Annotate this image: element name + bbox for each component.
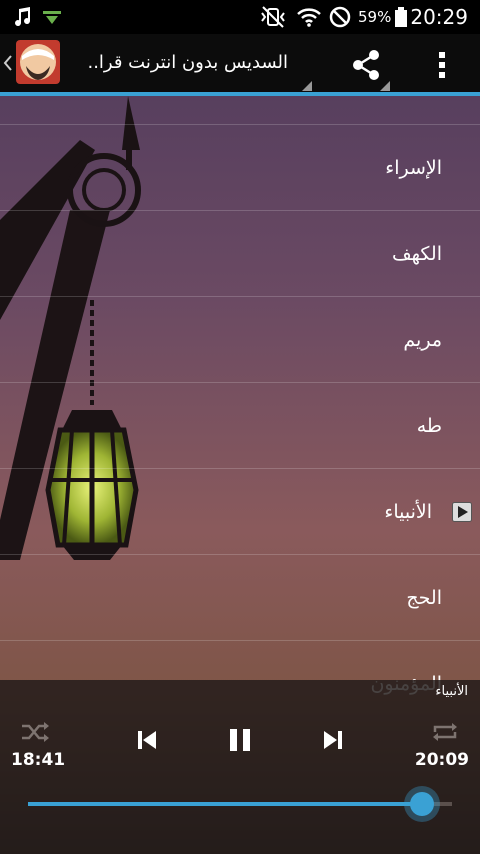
list-item[interactable]: الحج — [0, 554, 480, 641]
back-chevron-icon[interactable] — [2, 50, 14, 76]
previous-track-icon[interactable] — [135, 728, 159, 752]
list-item[interactable]: الكهف — [0, 210, 480, 297]
next-track-icon[interactable] — [321, 728, 345, 752]
download-arrow-icon — [40, 0, 64, 34]
seek-bar-progress — [28, 802, 423, 806]
title-dropdown-corner-icon — [302, 76, 312, 91]
media-player-panel: الأنبياء 18:41 20:09 — [0, 680, 480, 854]
status-time: 20:29 — [410, 5, 468, 29]
share-dropdown-corner-icon — [380, 76, 390, 91]
seek-bar-thumb[interactable] — [410, 792, 435, 816]
do-not-disturb-icon — [328, 0, 352, 34]
list-item[interactable]: مريم — [0, 296, 480, 383]
list-item-label: مريم — [403, 329, 442, 351]
list-item-playing[interactable]: الأنبياء — [0, 468, 480, 555]
list-item-label: الأنبياء — [384, 501, 432, 523]
repeat-icon[interactable] — [430, 720, 460, 744]
app-title[interactable]: السديس بدون انترنت قرا.. — [66, 34, 288, 92]
overflow-menu-icon[interactable] — [432, 48, 452, 82]
battery-percent: 59% — [358, 8, 392, 26]
seek-bar[interactable] — [28, 792, 452, 816]
list-item-label: طه — [416, 415, 442, 437]
battery-icon — [394, 0, 408, 34]
elapsed-time: 18:41 — [11, 750, 66, 770]
wifi-icon — [296, 0, 322, 34]
total-duration: 20:09 — [414, 750, 469, 770]
list-item-label: الإسراء — [385, 157, 442, 179]
shuffle-icon[interactable] — [20, 720, 50, 744]
vibrate-mute-icon — [258, 0, 288, 34]
pause-icon[interactable] — [226, 726, 254, 754]
app-avatar-icon[interactable] — [16, 40, 60, 84]
app-bar-accent-line — [0, 92, 480, 96]
music-note-icon — [10, 0, 34, 34]
list-item[interactable]: الإسراء — [0, 124, 480, 211]
share-icon[interactable] — [350, 48, 384, 82]
list-item[interactable]: طه — [0, 382, 480, 469]
list-item-label: الكهف — [392, 243, 442, 265]
now-playing-icon — [452, 502, 472, 522]
list-item-label: الحج — [406, 587, 442, 609]
now-playing-title: الأنبياء — [435, 684, 468, 699]
status-bar: 59% 20:29 — [0, 0, 480, 34]
